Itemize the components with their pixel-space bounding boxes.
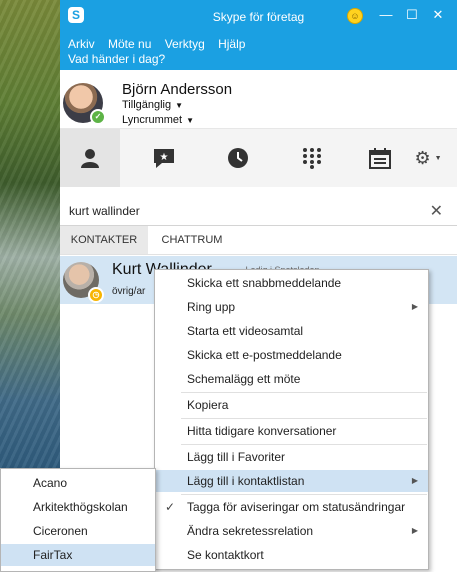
menu-item-label: Skicka ett e-postmeddelande bbox=[187, 348, 342, 362]
menu-verktyg[interactable]: Verktyg bbox=[165, 37, 205, 51]
submenu-item-label: Ciceronen bbox=[33, 524, 88, 538]
tab-settings[interactable]: ⚙ ▼ bbox=[408, 129, 448, 187]
context-menu: Skicka ett snabbmeddelande Ring upp ▶ Sta… bbox=[154, 269, 429, 570]
presence-away-icon: ◷ bbox=[88, 287, 104, 303]
menu-separator bbox=[181, 444, 427, 445]
close-button[interactable]: ✕ bbox=[427, 4, 449, 26]
meetings-icon bbox=[369, 148, 391, 169]
submenu-arrow-icon: ▶ bbox=[411, 476, 418, 485]
tab-history[interactable] bbox=[208, 129, 268, 187]
status-prompt[interactable]: Vad händer i dag? bbox=[68, 52, 165, 66]
menu-hjalp[interactable]: Hjälp bbox=[218, 37, 245, 51]
title-bar: S Skype för företag ☺ — ☐ ✕ Arkiv Möte n… bbox=[60, 0, 457, 70]
contact-group-submenu: Acano Arkitekthögskolan Ciceronen FairTa… bbox=[0, 468, 156, 572]
search-input[interactable] bbox=[67, 203, 371, 219]
chevron-down-icon: ▼ bbox=[175, 101, 184, 110]
tab-dialpad[interactable] bbox=[282, 129, 342, 187]
window-title: Skype för företag bbox=[212, 10, 305, 24]
checkmark-icon: ✓ bbox=[165, 500, 176, 514]
menu-item-label: Hitta tidigare konversationer bbox=[187, 424, 337, 438]
location-dropdown[interactable]: Lyncrummet ▼ bbox=[122, 114, 194, 126]
chevron-down-icon: ▼ bbox=[434, 154, 442, 162]
menu-item-label: Schemalägg ett möte bbox=[187, 372, 301, 386]
menu-item-call[interactable]: Ring upp ▶ bbox=[155, 296, 428, 318]
submenu-arrow-icon: ▶ bbox=[411, 302, 418, 311]
menu-item-add-favorites[interactable]: Lägg till i Favoriter bbox=[155, 446, 428, 468]
tab-kontakter[interactable]: KONTAKTER bbox=[60, 226, 148, 254]
menu-item-copy[interactable]: Kopiera bbox=[155, 394, 428, 416]
submenu-item-ciceronen[interactable]: Ciceronen bbox=[1, 520, 155, 542]
menu-item-schedule-meeting[interactable]: Schemalägg ett möte bbox=[155, 368, 428, 390]
location-label: Lyncrummet bbox=[122, 114, 183, 126]
menu-separator bbox=[181, 392, 427, 393]
contact-group: övrig/ar bbox=[112, 286, 146, 297]
menu-item-label: Se kontaktkort bbox=[187, 548, 264, 562]
profile-name: Björn Andersson bbox=[122, 81, 233, 98]
menu-separator bbox=[181, 418, 427, 419]
menu-item-video-call[interactable]: Starta ett videosamtal bbox=[155, 320, 428, 342]
profile-header: ✓ Björn Andersson Tillgänglig ▼ Lyncrumme… bbox=[60, 70, 457, 129]
tab-conversations[interactable]: ★ bbox=[134, 129, 194, 187]
submenu-item-arkitekthogskolan[interactable]: Arkitekthögskolan bbox=[1, 496, 155, 518]
clear-search-icon[interactable]: ✕ bbox=[430, 201, 443, 221]
menu-item-tag-status[interactable]: ✓ Tagga för aviseringar om statusändringa… bbox=[155, 496, 428, 518]
menu-arkiv[interactable]: Arkiv bbox=[68, 37, 95, 51]
submenu-item-fairtax[interactable]: FairTax bbox=[1, 544, 155, 566]
search-bar: ✕ bbox=[60, 197, 457, 226]
smiley-icon[interactable]: ☺ bbox=[347, 8, 363, 24]
dialpad-icon bbox=[303, 148, 321, 169]
contact-tabs: KONTAKTER CHATTRUM bbox=[60, 226, 457, 255]
menu-item-label: Ändra sekretessrelation bbox=[187, 524, 314, 538]
svg-text:★: ★ bbox=[160, 152, 169, 163]
conversations-icon: ★ bbox=[154, 149, 174, 168]
submenu-item-label: Arkitekthögskolan bbox=[33, 500, 128, 514]
nav-tabs: ★ ⚙ ▼ bbox=[60, 129, 457, 187]
presence-available-icon: ✓ bbox=[90, 109, 106, 125]
menu-mote-nu[interactable]: Möte nu bbox=[108, 37, 151, 51]
menu-item-label: Kopiera bbox=[187, 398, 229, 412]
tab-contacts[interactable] bbox=[60, 129, 120, 187]
tab-meetings[interactable] bbox=[350, 129, 410, 187]
menu-item-label: Starta ett videosamtal bbox=[187, 324, 304, 338]
maximize-button[interactable]: ☐ bbox=[401, 4, 423, 26]
menu-item-find-conversations[interactable]: Hitta tidigare konversationer bbox=[155, 420, 428, 442]
menu-item-send-email[interactable]: Skicka ett e-postmeddelande bbox=[155, 344, 428, 366]
menu-item-label: Ring upp bbox=[187, 300, 236, 314]
menu-item-send-im[interactable]: Skicka ett snabbmeddelande bbox=[155, 272, 428, 294]
menu-item-add-to-contact-list[interactable]: Lägg till i kontaktlistan ▶ bbox=[155, 470, 428, 492]
submenu-arrow-icon: ▶ bbox=[411, 526, 418, 535]
submenu-item-label: Acano bbox=[33, 476, 68, 490]
settings-icon: ⚙ bbox=[414, 147, 431, 168]
menu-bar: Arkiv Möte nu Verktyg Hjälp bbox=[68, 37, 255, 51]
availability-dropdown[interactable]: Tillgänglig ▼ bbox=[122, 99, 183, 111]
contacts-icon bbox=[81, 149, 99, 168]
submenu-item-label: FairTax bbox=[33, 548, 73, 562]
tab-chattrum[interactable]: CHATTRUM bbox=[148, 226, 236, 254]
chevron-down-icon: ▼ bbox=[186, 116, 195, 125]
menu-item-label: Lägg till i Favoriter bbox=[187, 450, 286, 464]
submenu-item-acano[interactable]: Acano bbox=[1, 472, 155, 494]
menu-item-contact-card[interactable]: Se kontaktkort bbox=[155, 544, 428, 566]
availability-label: Tillgänglig bbox=[122, 99, 172, 111]
menu-item-label: Lägg till i kontaktlistan bbox=[187, 474, 305, 488]
menu-item-label: Tagga för aviseringar om statusändringar bbox=[187, 500, 406, 514]
menu-item-privacy[interactable]: Ändra sekretessrelation ▶ bbox=[155, 520, 428, 542]
menu-item-label: Skicka ett snabbmeddelande bbox=[187, 276, 342, 290]
menu-separator bbox=[181, 494, 427, 495]
history-icon bbox=[228, 148, 248, 168]
minimize-button[interactable]: — bbox=[375, 4, 397, 26]
